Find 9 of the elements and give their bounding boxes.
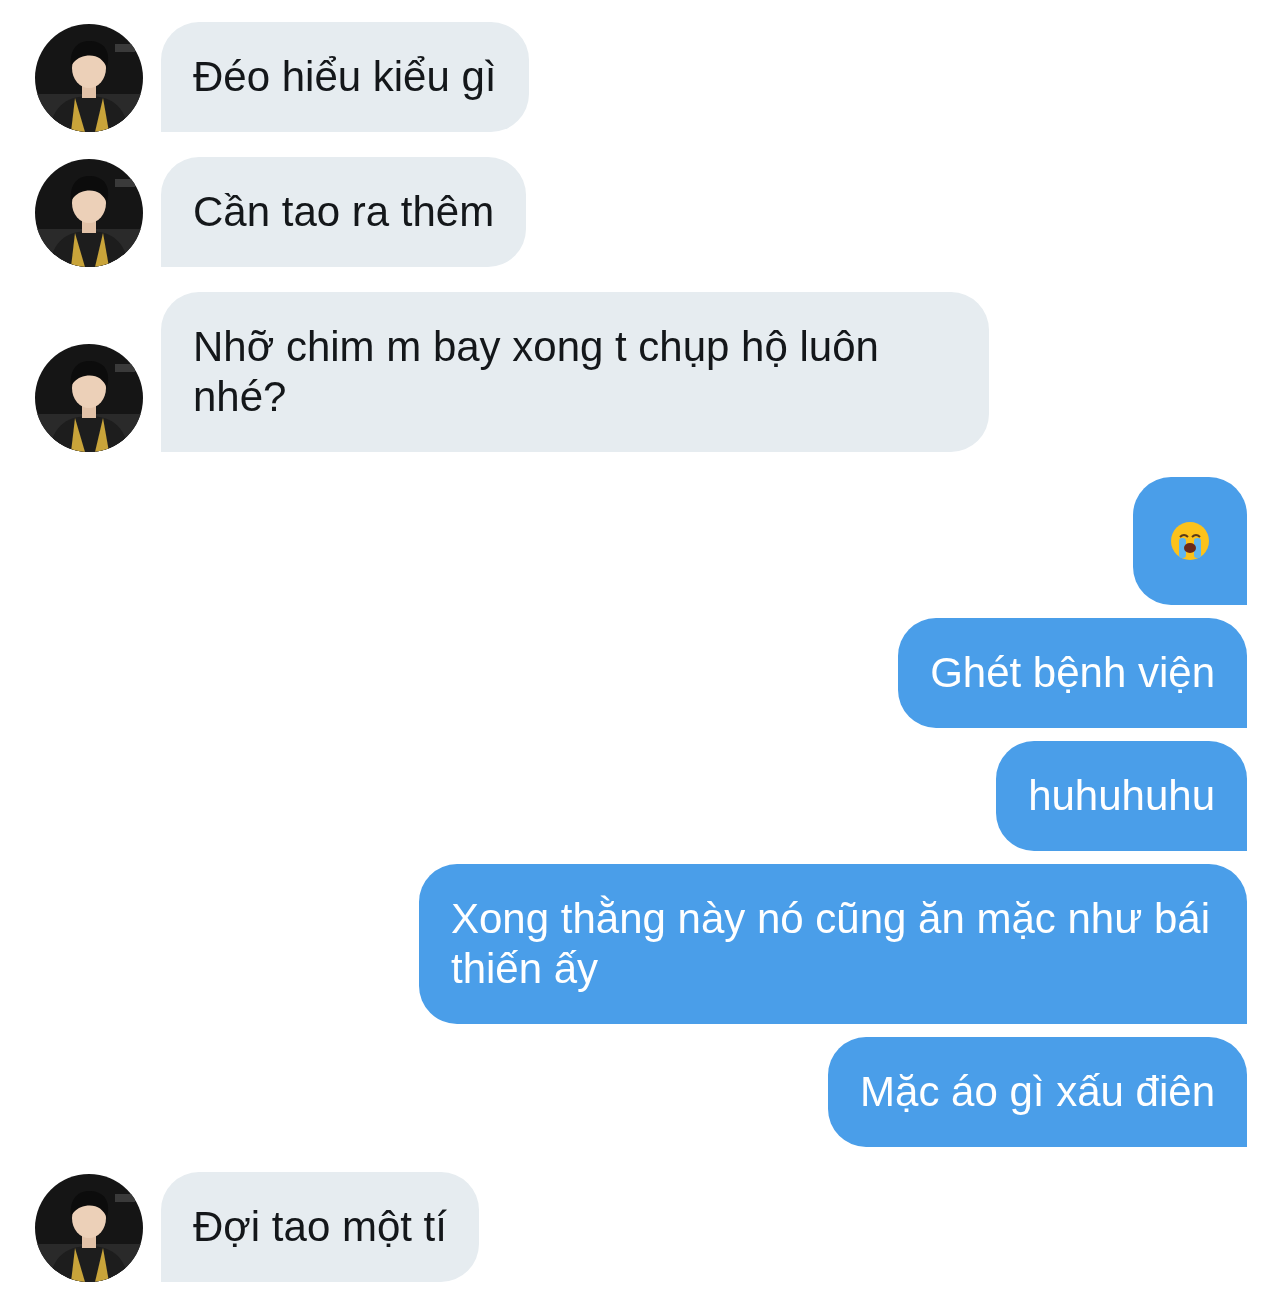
crying-face-icon bbox=[1170, 521, 1210, 561]
message-bubble: huhuhuhu bbox=[996, 741, 1247, 851]
message-bubble: Đéo hiểu kiểu gì bbox=[161, 22, 529, 132]
message-bubble: Ghét bệnh viện bbox=[898, 618, 1247, 728]
message-bubble: Cần tao ra thêm bbox=[161, 157, 527, 267]
message-bubble: Nhỡ chim m bay xong t chụp hộ luôn nhé? bbox=[161, 292, 989, 452]
message-bubble: Mặc áo gì xấu điên bbox=[828, 1037, 1247, 1147]
message-bubble: Xong thằng này nó cũng ăn mặc như bái thiến ấy bbox=[419, 864, 1247, 1024]
message-bubble: Đợi tao một tí bbox=[161, 1172, 479, 1282]
